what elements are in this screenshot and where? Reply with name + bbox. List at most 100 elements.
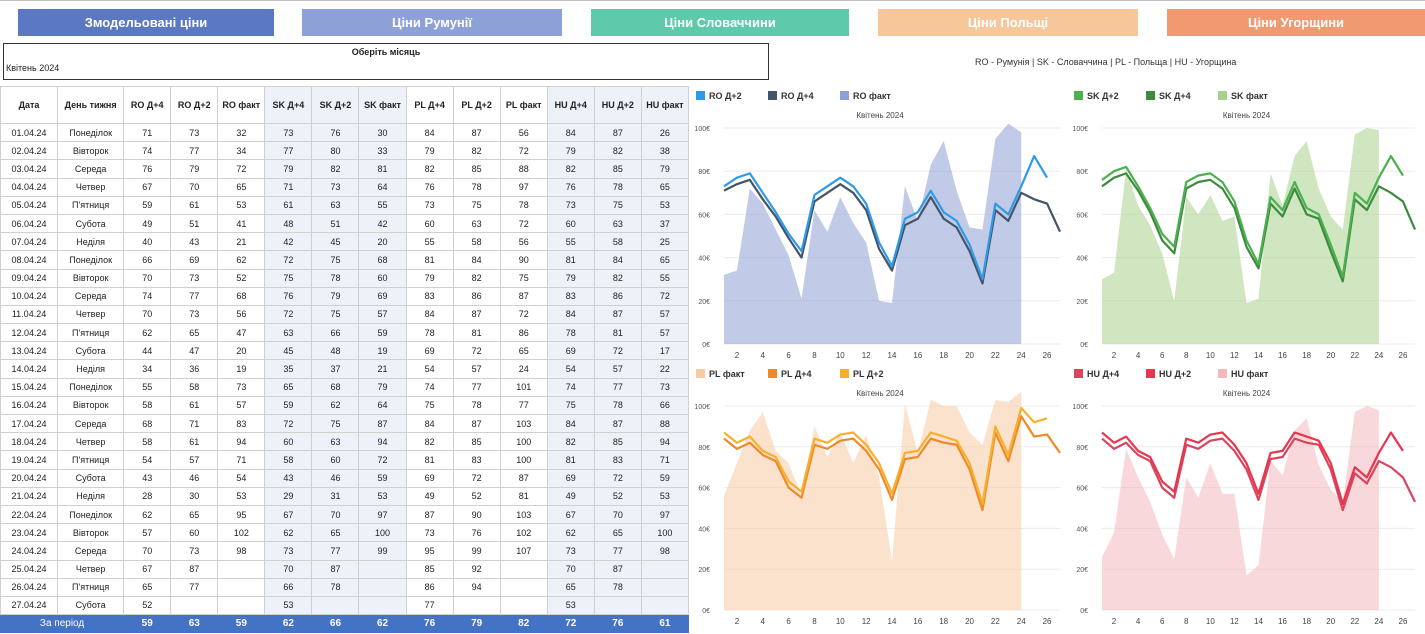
table-cell: 10.04.24 — [0, 286, 59, 306]
table-cell: 107 — [499, 541, 548, 561]
table-cell: 87 — [405, 504, 454, 525]
table-cell: 81 — [593, 323, 642, 343]
table-cell: 04.04.24 — [0, 177, 59, 197]
table-row: 04.04.24 Четвер 67 70 65 71 73 64 76 78 97 76 78 65 — [0, 177, 690, 197]
table-cell: 77 — [311, 541, 360, 561]
table-cell: 83 — [593, 450, 642, 470]
y-tick-label: 40€ — [1076, 526, 1088, 533]
table-cell: 73 — [170, 122, 219, 143]
table-cell: 65 — [499, 341, 548, 361]
table-cell: 87 — [452, 413, 501, 434]
table-cell: Понеділок — [57, 250, 125, 270]
table-cell: 87 — [170, 559, 219, 579]
column-header[interactable]: RO факт — [217, 86, 266, 124]
table-cell: 73 — [640, 377, 690, 397]
table-cell: 57 — [358, 304, 407, 325]
month-selector[interactable]: Оберіть місяць Квітень 2024 — [3, 43, 769, 80]
table-cell: 59 — [358, 323, 407, 343]
table-cell: 69 — [546, 341, 595, 361]
table-cell: 47 — [170, 341, 219, 361]
table-cell: 62 — [311, 395, 360, 416]
column-header[interactable]: RO Д+2 — [170, 86, 219, 124]
table-cell: 53 — [640, 486, 690, 506]
table-cell: 77 — [264, 141, 313, 161]
table-cell: 61 — [264, 195, 313, 215]
table-cell: 73 — [217, 377, 266, 397]
table-cell: 58 — [123, 395, 172, 416]
table-row: 18.04.24 Четвер 58 61 94 60 63 94 82 85 100 82 85 94 — [0, 432, 690, 452]
tab-3[interactable]: Ціни Польщі — [878, 9, 1138, 36]
table-cell: 81 — [499, 486, 548, 506]
table-cell: 74 — [405, 377, 454, 397]
table-cell: 24 — [499, 359, 548, 379]
column-header[interactable]: SK факт — [358, 86, 407, 124]
total-cell: 63 — [170, 614, 219, 634]
column-header[interactable]: HU Д+4 — [546, 86, 595, 124]
table-cell: 79 — [546, 141, 595, 161]
table-cell: 82 — [405, 159, 454, 179]
series-fact-area — [724, 391, 1022, 610]
table-cell: 87 — [593, 413, 642, 434]
legend-label: HU Д+2 — [1159, 369, 1191, 379]
table-cell: 08.04.24 — [0, 250, 59, 270]
table-cell: 65 — [217, 177, 266, 197]
table-cell: 60 — [405, 213, 454, 234]
chart-sk: SK Д+2 SK Д+4 SK факт Квітень 2024 0€ 20€ 40€ 6… — [1068, 86, 1425, 368]
column-header[interactable]: RO Д+4 — [123, 86, 172, 124]
table-cell: 62 — [264, 523, 313, 543]
table-cell: 70 — [264, 559, 313, 579]
table-cell: 57 — [123, 523, 172, 543]
legend-label: HU факт — [1231, 369, 1269, 379]
table-cell: Четвер — [57, 559, 125, 579]
table-cell: 78 — [452, 177, 501, 197]
table-cell: 66 — [640, 395, 690, 416]
table-header: Дата День тижня RO Д+4 RO Д+2 RO факт SK Д+4 S… — [0, 86, 690, 124]
table-cell: 65 — [593, 523, 642, 543]
table-cell: 75 — [311, 250, 360, 270]
tab-0[interactable]: Змодельовані ціни — [18, 9, 274, 36]
tab-2[interactable]: Ціни Словаччини — [591, 9, 849, 36]
table-cell: 102 — [217, 523, 266, 543]
chart-title: Квітень 2024 — [1223, 111, 1271, 120]
table-cell: 83 — [452, 450, 501, 470]
x-tick-label: 10 — [836, 351, 845, 360]
table-cell: 16.04.24 — [0, 395, 59, 416]
x-tick-label: 18 — [1302, 351, 1311, 360]
month-selector-value[interactable]: Квітень 2024 — [6, 63, 59, 73]
x-tick-label: 4 — [761, 351, 766, 360]
y-tick-label: 20€ — [698, 299, 710, 306]
tab-4[interactable]: Ціни Угорщини — [1167, 9, 1425, 36]
column-header[interactable]: PL Д+4 — [405, 86, 454, 124]
table-cell: 55 — [405, 232, 454, 252]
table-cell: 78 — [593, 577, 642, 597]
table-cell: 75 — [311, 304, 360, 325]
column-header[interactable]: SK Д+4 — [264, 86, 313, 124]
column-header[interactable]: SK Д+2 — [311, 86, 360, 124]
y-tick-label: 0€ — [1080, 608, 1088, 615]
legend-label: SK Д+4 — [1159, 91, 1191, 101]
table-cell: 55 — [640, 268, 690, 288]
table-cell: 43 — [170, 232, 219, 252]
column-header[interactable]: HU факт — [640, 86, 690, 124]
column-header[interactable]: Дата — [0, 86, 59, 124]
table-cell: П'ятниця — [57, 195, 125, 215]
table-cell: П'ятниця — [57, 323, 125, 343]
column-header[interactable]: PL Д+2 — [452, 86, 501, 124]
table-cell: 70 — [170, 177, 219, 197]
tab-1[interactable]: Ціни Румунії — [302, 9, 562, 36]
table-cell — [358, 577, 407, 597]
column-header[interactable]: День тижня — [57, 86, 125, 124]
y-tick-label: 60€ — [1076, 486, 1088, 493]
table-cell: 72 — [358, 450, 407, 470]
x-tick-label: 6 — [786, 617, 791, 626]
table-row: 08.04.24 Понеділок 66 69 62 72 75 68 81 84 90 81 84 6… — [0, 250, 690, 270]
x-tick-label: 24 — [1374, 617, 1383, 626]
table-cell: 81 — [405, 250, 454, 270]
table-cell: Субота — [57, 213, 125, 234]
x-tick-label: 20 — [965, 617, 974, 626]
column-header[interactable]: PL факт — [499, 86, 548, 124]
y-tick-label: 0€ — [1080, 342, 1088, 349]
table-cell: 30 — [170, 486, 219, 506]
column-header[interactable]: HU Д+2 — [593, 86, 642, 124]
table-cell: 73 — [170, 541, 219, 561]
